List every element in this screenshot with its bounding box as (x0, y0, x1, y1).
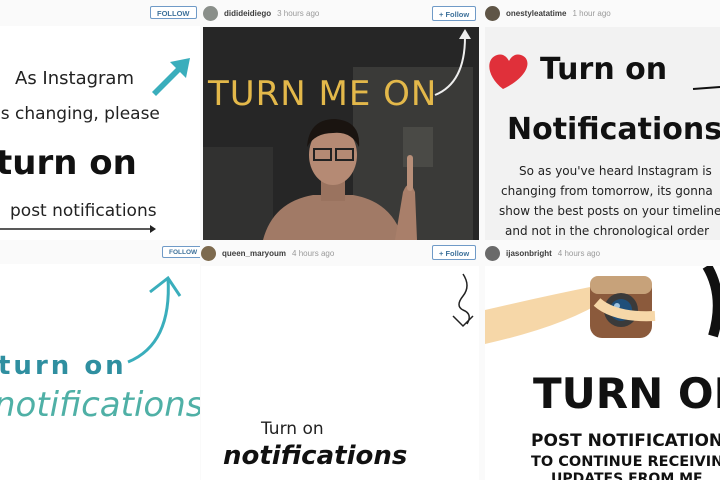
post-card-3: onestyleatatime 1 hour ago Turn on Notif… (482, 0, 720, 240)
headline: TURN ME ON (207, 74, 437, 114)
username[interactable]: onestyleatatime (506, 9, 566, 18)
caption-line-1: turn on (0, 351, 127, 381)
post-image[interactable]: Turn on Notifications So as you've heard… (485, 27, 720, 240)
post-card-5: queen_maryoum 4 hours ago + Follow Turn … (200, 240, 482, 480)
post-header: onestyleatatime 1 hour ago (485, 0, 611, 26)
headline-line-4: UPDATES FROM ME (551, 471, 703, 480)
caption-line-1: As Instagram (15, 68, 134, 89)
post-image-graphic: Turn on notifications (223, 273, 474, 471)
caption-line-2: is changing, please (0, 104, 160, 124)
caption-line-2: notifications (0, 385, 200, 425)
post-card-2: didideidiego 3 hours ago + Follow TURN M… (200, 0, 482, 240)
username[interactable]: ijasonbright (506, 249, 552, 258)
avatar[interactable] (485, 245, 500, 261)
post-image-graphic: TURN ON POST NOTIFICATIONS TO CONTINUE R… (485, 266, 720, 480)
timestamp: 4 hours ago (292, 248, 335, 258)
post-image-graphic: Turn on Notifications So as you've heard… (489, 52, 720, 238)
post-image[interactable]: Turn on notifications (201, 266, 479, 480)
body-line-3: show the best posts on your timeline (499, 204, 720, 218)
caption-line-4: post notifications (10, 201, 157, 221)
arrow-icon (149, 275, 182, 297)
post-image-graphic: TURN ME ON (203, 27, 479, 240)
avatar[interactable] (203, 5, 218, 21)
post-image[interactable]: TURN ME ON (203, 27, 479, 240)
headline-line-1: TURN ON (533, 369, 720, 418)
follow-button[interactable]: FOLLOW (150, 6, 197, 19)
follow-button[interactable]: + Follow (432, 6, 477, 21)
caption-line-2: notifications (223, 441, 407, 471)
headline-line-2: Notifications (507, 112, 720, 147)
arrow-icon (152, 58, 190, 96)
post-image[interactable]: TURN ON POST NOTIFICATIONS TO CONTINUE R… (485, 266, 720, 480)
caption-line-1: Turn on (260, 419, 324, 439)
post-image-graphic: As Instagram is changing, please turn on… (0, 58, 190, 233)
post-image[interactable]: turn on notifications (0, 264, 200, 480)
headline-line-3: TO CONTINUE RECEIVING (531, 454, 720, 470)
arrow-icon (452, 315, 474, 328)
post-header: queen_maryoum 4 hours ago (201, 240, 334, 266)
post-card-4: FOLLOW turn on notifications (0, 240, 200, 480)
headline-line-1: Turn on (540, 52, 667, 87)
post-image[interactable]: As Instagram is changing, please turn on… (0, 26, 200, 240)
timestamp: 3 hours ago (277, 8, 320, 18)
username[interactable]: queen_maryoum (222, 249, 286, 258)
post-card-1: FOLLOW As Instagram is changing, please … (0, 0, 200, 240)
post-header: ijasonbright 4 hours ago (485, 240, 600, 266)
body-line-2: changing from tomorrow, its gonna (501, 184, 713, 198)
username[interactable]: didideidiego (224, 9, 271, 18)
timestamp: 4 hours ago (557, 248, 601, 258)
heart-icon (489, 54, 528, 89)
timestamp: 1 hour ago (572, 8, 611, 18)
caption-line-3: turn on (0, 143, 137, 183)
follow-button[interactable]: FOLLOW (162, 246, 200, 258)
post-card-6: ijasonbright 4 hours ago TURN ON POST NO… (482, 240, 720, 480)
body-line-4: and not in the chronological order (505, 224, 709, 238)
avatar[interactable] (485, 5, 500, 21)
headline-line-2: POST NOTIFICATIONS (531, 431, 720, 451)
post-header: didideidiego 3 hours ago (203, 0, 319, 26)
post-image-graphic: turn on notifications (0, 275, 200, 425)
body-line-1: So as you've heard Instagram is (519, 164, 712, 178)
avatar[interactable] (201, 245, 216, 261)
follow-button[interactable]: + Follow (432, 245, 477, 260)
